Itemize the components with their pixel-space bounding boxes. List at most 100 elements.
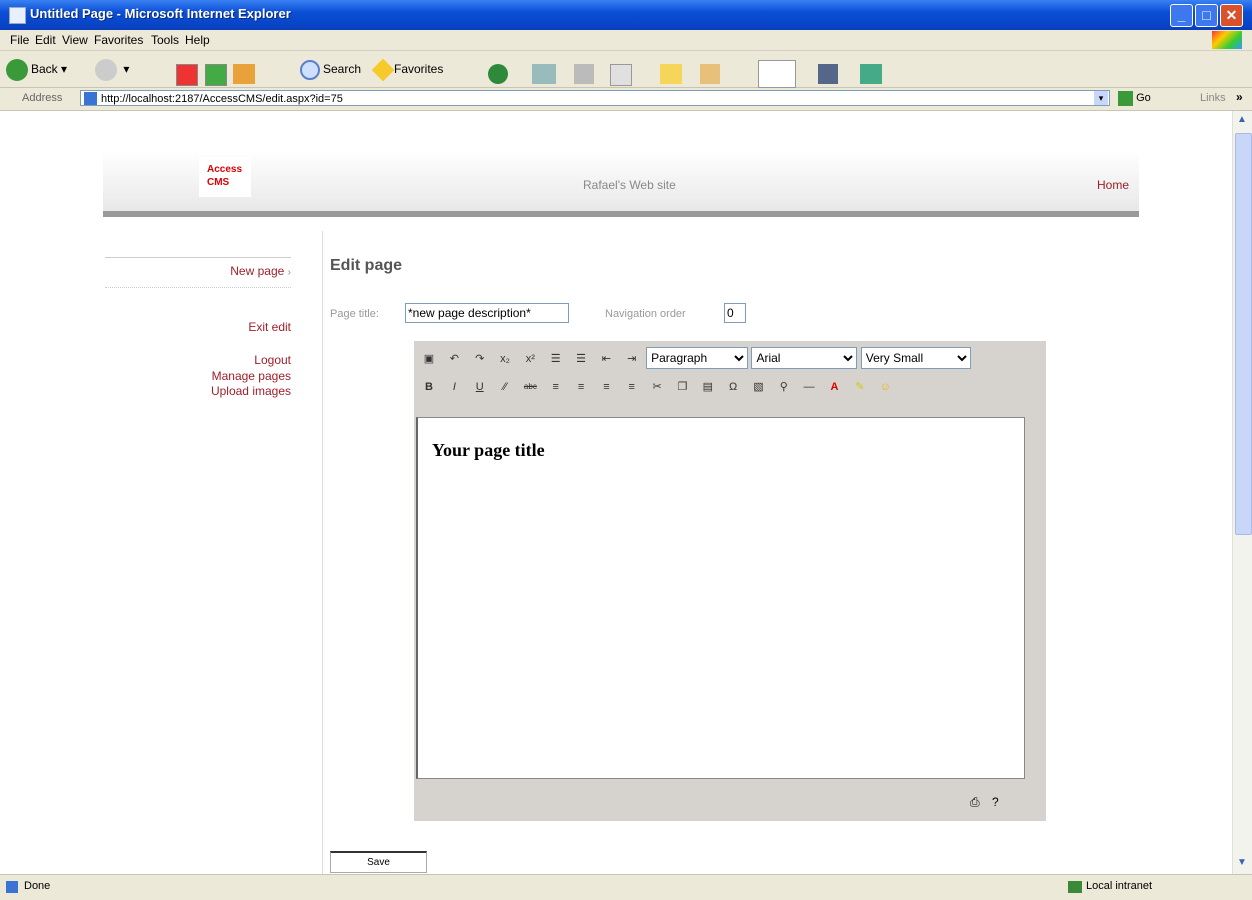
align-left-icon[interactable]: ≡ [548,379,564,395]
address-bar: Address http://localhost:2187/AccessCMS/… [0,88,1252,111]
cut-icon[interactable]: ✂ [649,379,665,395]
mail-icon[interactable] [532,64,556,84]
upload-images-link[interactable]: Upload images [105,384,291,398]
underline-icon[interactable]: U [472,379,488,395]
highlight-icon[interactable]: ✎ [852,379,868,395]
scroll-up-icon[interactable]: ▲ [1237,114,1247,125]
subscript-icon[interactable]: x₂ [497,351,513,367]
page-heading: Edit page [330,257,403,274]
format-select[interactable]: Paragraph [646,347,749,369]
search-icon [300,59,320,80]
bold-icon[interactable]: B [421,379,437,395]
exit-edit-link[interactable]: Exit edit [105,320,291,334]
sidebar-top-divider [105,257,291,258]
home-icon[interactable] [233,64,255,84]
sidebar-divider [322,231,323,874]
emoticon-icon[interactable]: ☺ [877,379,893,395]
paste-icon[interactable]: ▤ [700,379,716,395]
logout-link[interactable]: Logout [105,353,291,367]
done-page-icon [6,881,18,893]
refresh-icon[interactable] [205,64,227,86]
font-size-select[interactable]: Very Small [860,347,971,369]
scrollbar-thumb[interactable] [1235,133,1252,535]
align-center-icon[interactable]: ≡ [573,379,589,395]
indent-icon[interactable]: ⇥ [624,351,640,367]
status-text: Done [24,880,51,892]
horizontal-rule-icon[interactable]: — [801,379,817,395]
site-name: Rafael's Web site [583,178,676,192]
close-button[interactable]: ✕ [1220,4,1243,27]
ie-page-icon [9,7,26,24]
help-icon[interactable]: ? [992,795,999,809]
html-mode-icon[interactable]: ⎙ [970,795,980,810]
browser-toolbar: Back ▾ ▾ Search Favorites [0,51,1252,88]
history-icon[interactable] [488,64,508,84]
outdent-icon[interactable]: ⇤ [598,351,614,367]
msn-icon[interactable] [860,64,882,84]
discuss-icon[interactable] [818,64,838,84]
stop-icon[interactable] [176,64,198,86]
editor-content-area[interactable]: Your page title [416,417,1025,779]
bullet-list-icon[interactable]: ☰ [573,351,589,367]
save-icon[interactable]: ▣ [421,351,437,367]
go-arrow-icon [1118,90,1133,106]
scroll-down-icon[interactable]: ▼ [1237,857,1247,868]
insert-image-icon[interactable]: ▧ [750,379,766,395]
page-viewport: Access CMS Rafael's Web site Home New pa… [0,111,1232,874]
nav-order-input[interactable] [724,303,746,323]
search-button[interactable]: Search [300,57,361,81]
dropdown-arrow-icon[interactable]: ▾ [1094,91,1108,105]
menu-tools[interactable]: Tools [151,33,179,47]
superscript-icon[interactable]: x² [522,351,538,367]
back-button[interactable]: Back ▾ [6,57,67,81]
numbered-list-icon[interactable]: ☰ [548,351,564,367]
windows-logo-icon [1212,31,1242,49]
research-icon[interactable] [700,64,720,84]
editor-toolbar-row-2: B I U ⁄⁄ abc ≡ ≡ ≡ ≡ ✂ ❐ ▤ Ω ▧ ⚲ — A ✎ ☺ [418,379,1038,401]
redo-icon[interactable]: ↷ [472,351,488,367]
font-select[interactable]: Arial [751,347,858,369]
align-right-icon[interactable]: ≡ [598,379,614,395]
font-color-icon[interactable]: A [827,379,843,395]
page-title-input[interactable] [405,303,569,323]
align-justify-icon[interactable]: ≡ [624,379,640,395]
chevron-right-icon[interactable]: » [1236,90,1243,104]
print-icon[interactable] [574,64,594,84]
site-logo[interactable]: Access CMS [199,157,251,197]
special-char-icon[interactable]: Ω [725,379,741,395]
address-input[interactable]: http://localhost:2187/AccessCMS/edit.asp… [80,90,1110,106]
manage-pages-link[interactable]: Manage pages [105,369,291,383]
edit-icon[interactable] [610,64,632,86]
menu-favorites[interactable]: Favorites [94,33,143,47]
back-arrow-icon [6,58,28,81]
window-title: Untitled Page - Microsoft Internet Explo… [30,6,291,21]
title-bar: Untitled Page - Microsoft Internet Explo… [0,0,1252,30]
maximize-button[interactable]: □ [1195,4,1218,27]
home-link[interactable]: Home [1097,178,1129,192]
vertical-scrollbar[interactable]: ▲ ▼ [1232,111,1252,874]
messenger-icon[interactable] [758,60,796,88]
notes-icon[interactable] [660,64,682,84]
save-button[interactable]: Save [330,851,427,873]
strikethrough-icon[interactable]: abc [522,379,538,395]
minimize-button[interactable]: _ [1170,4,1193,27]
insert-link-icon[interactable]: ⚲ [776,379,792,395]
forward-button[interactable]: ▾ [95,57,129,81]
undo-icon[interactable]: ↶ [446,351,462,367]
menu-file[interactable]: File [10,33,29,47]
menu-view[interactable]: View [62,33,88,47]
favorites-button[interactable]: Favorites [371,57,443,82]
menu-help[interactable]: Help [185,33,210,47]
clear-format-icon[interactable]: ⁄⁄ [497,379,513,395]
menu-edit[interactable]: Edit [35,33,56,47]
sidebar-item-divider [105,287,291,288]
copy-icon[interactable]: ❐ [674,379,690,395]
sidebar-item-new-page[interactable]: New page › [105,264,291,278]
editor-toolbar-row-1: ▣ ↶ ↷ x₂ x² ☰ ☰ ⇤ ⇥ Paragraph Arial Very… [418,347,1038,371]
go-button[interactable]: Go [1118,90,1151,106]
site-header: Access CMS Rafael's Web site Home [103,151,1139,217]
italic-icon[interactable]: I [446,379,462,395]
status-bar: Done Local intranet [0,874,1252,900]
links-label[interactable]: Links [1200,92,1226,104]
address-url: http://localhost:2187/AccessCMS/edit.asp… [101,93,343,105]
